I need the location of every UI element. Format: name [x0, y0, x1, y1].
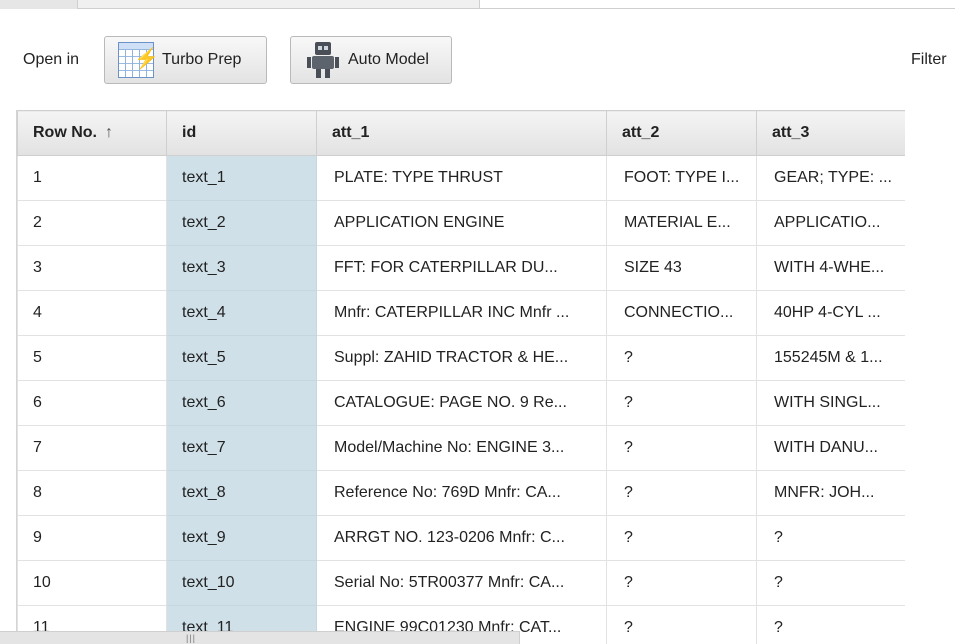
- cell-row-no: 5: [17, 335, 167, 381]
- cell-att-1: Model/Machine No: ENGINE 3...: [316, 425, 607, 471]
- table-row[interactable]: 3 text_3 FFT: FOR CATERPILLAR DU... SIZE…: [17, 245, 905, 291]
- cell-row-no: 6: [17, 380, 167, 426]
- tab-strip-divider: [480, 8, 955, 9]
- cell-att-2: CONNECTIO...: [606, 290, 757, 336]
- filter-label[interactable]: Filter: [911, 51, 947, 69]
- table-row[interactable]: 7 text_7 Model/Machine No: ENGINE 3... ?…: [17, 425, 905, 471]
- cell-att-2: ?: [606, 380, 757, 426]
- cell-att-2: ?: [606, 515, 757, 561]
- cell-row-no: 3: [17, 245, 167, 291]
- cell-id: text_1: [166, 155, 317, 201]
- robot-icon: [307, 42, 339, 78]
- turbo-prep-button[interactable]: Turbo Prep: [104, 36, 267, 84]
- sort-ascending-icon: ↑: [105, 124, 113, 141]
- cell-att-1: CATALOGUE: PAGE NO. 9 Re...: [316, 380, 607, 426]
- cell-att-3: 155245M & 1...: [756, 335, 905, 381]
- cell-att-3: APPLICATIO...: [756, 200, 905, 246]
- cell-row-no: 1: [17, 155, 167, 201]
- cell-row-no: 7: [17, 425, 167, 471]
- cell-att-3: WITH DANU...: [756, 425, 905, 471]
- cell-id: text_9: [166, 515, 317, 561]
- cell-att-2: SIZE 43: [606, 245, 757, 291]
- table-row[interactable]: 4 text_4 Mnfr: CATERPILLAR INC Mnfr ... …: [17, 290, 905, 336]
- cell-att-1: Suppl: ZAHID TRACTOR & HE...: [316, 335, 607, 381]
- table-row[interactable]: 1 text_1 PLATE: TYPE THRUST FOOT: TYPE I…: [17, 155, 905, 201]
- turbo-prep-label: Turbo Prep: [162, 51, 242, 68]
- cell-att-1: PLATE: TYPE THRUST: [316, 155, 607, 201]
- cell-id: text_5: [166, 335, 317, 381]
- table-row[interactable]: 9 text_9 ARRGT NO. 123-0206 Mnfr: C... ?…: [17, 515, 905, 561]
- cell-id: text_3: [166, 245, 317, 291]
- cell-row-no: 8: [17, 470, 167, 516]
- cell-att-1: ARRGT NO. 123-0206 Mnfr: C...: [316, 515, 607, 561]
- cell-att-2: ?: [606, 335, 757, 381]
- tab-active[interactable]: [78, 0, 480, 9]
- table-row[interactable]: 6 text_6 CATALOGUE: PAGE NO. 9 Re... ? W…: [17, 380, 905, 426]
- cell-att-3: ?: [756, 560, 905, 606]
- auto-model-button[interactable]: Auto Model: [290, 36, 452, 84]
- cell-att-3: ?: [756, 515, 905, 561]
- cell-id: text_8: [166, 470, 317, 516]
- table-row[interactable]: 5 text_5 Suppl: ZAHID TRACTOR & HE... ? …: [17, 335, 905, 381]
- open-in-label: Open in: [23, 51, 80, 68]
- cell-att-2: MATERIAL E...: [606, 200, 757, 246]
- table-row[interactable]: 2 text_2 APPLICATION ENGINE MATERIAL E..…: [17, 200, 905, 246]
- cell-att-2: ?: [606, 470, 757, 516]
- table-header-row: Row No. ↑ id att_1 att_2 att_3: [17, 110, 905, 156]
- horizontal-scrollbar[interactable]: |||: [0, 631, 520, 644]
- cell-row-no: 9: [17, 515, 167, 561]
- column-header-att-3[interactable]: att_3: [756, 110, 905, 156]
- cell-att-1: APPLICATION ENGINE: [316, 200, 607, 246]
- column-header-att-2[interactable]: att_2: [606, 110, 757, 156]
- cell-att-1: Serial No: 5TR00377 Mnfr: CA...: [316, 560, 607, 606]
- tab-previous[interactable]: [0, 0, 78, 9]
- column-header-id[interactable]: id: [166, 110, 317, 156]
- cell-att-3: 40HP 4-CYL ...: [756, 290, 905, 336]
- table-row[interactable]: 8 text_8 Reference No: 769D Mnfr: CA... …: [17, 470, 905, 516]
- auto-model-label: Auto Model: [348, 51, 429, 68]
- cell-id: text_6: [166, 380, 317, 426]
- cell-id: text_7: [166, 425, 317, 471]
- tab-strip: [0, 0, 955, 9]
- column-header-att-1[interactable]: att_1: [316, 110, 607, 156]
- cell-row-no: 2: [17, 200, 167, 246]
- cell-att-2: ?: [606, 560, 757, 606]
- cell-row-no: 10: [17, 560, 167, 606]
- cell-att-1: Mnfr: CATERPILLAR INC Mnfr ...: [316, 290, 607, 336]
- table-row[interactable]: 10 text_10 Serial No: 5TR00377 Mnfr: CA.…: [17, 560, 905, 606]
- cell-att-3: GEAR; TYPE: ...: [756, 155, 905, 201]
- cell-att-3: ?: [756, 605, 905, 644]
- cell-id: text_2: [166, 200, 317, 246]
- cell-id: text_4: [166, 290, 317, 336]
- cell-att-3: WITH 4-WHE...: [756, 245, 905, 291]
- cell-att-1: FFT: FOR CATERPILLAR DU...: [316, 245, 607, 291]
- data-table: Row No. ↑ id att_1 att_2 att_3 1 text_1 P…: [16, 110, 905, 644]
- scrollbar-grip-icon[interactable]: |||: [186, 634, 196, 643]
- cell-row-no: 4: [17, 290, 167, 336]
- cell-att-2: ?: [606, 425, 757, 471]
- cell-att-3: WITH SINGL...: [756, 380, 905, 426]
- cell-att-2: FOOT: TYPE I...: [606, 155, 757, 201]
- column-header-row-no[interactable]: Row No. ↑: [17, 110, 167, 156]
- cell-att-3: MNFR: JOH...: [756, 470, 905, 516]
- cell-att-1: Reference No: 769D Mnfr: CA...: [316, 470, 607, 516]
- grid-lightning-icon: [118, 42, 159, 78]
- cell-att-2: ?: [606, 605, 757, 644]
- cell-id: text_10: [166, 560, 317, 606]
